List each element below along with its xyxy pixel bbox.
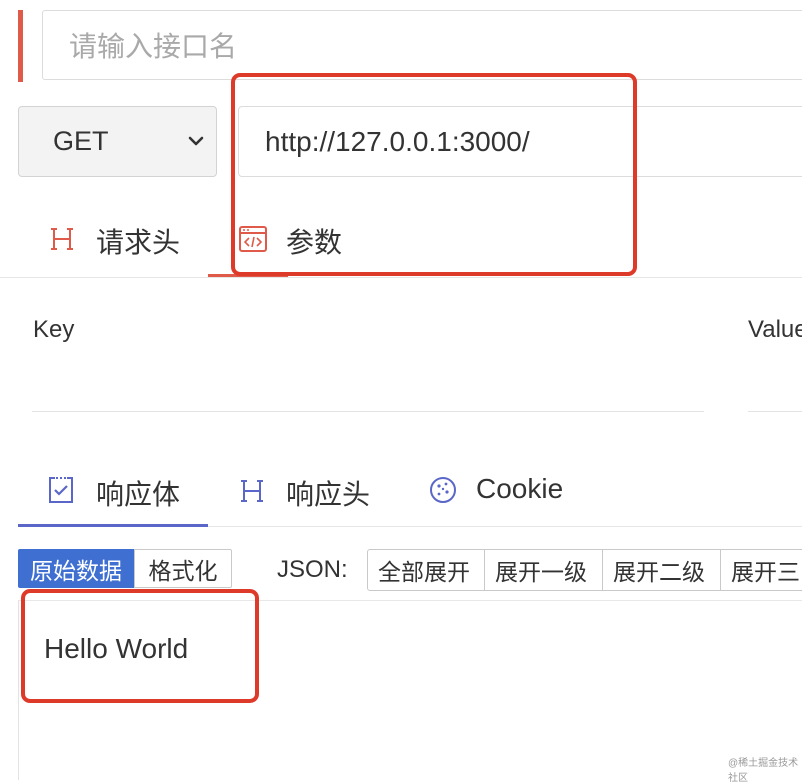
params-value-header: Value [748, 316, 802, 343]
expand-level-3-button[interactable]: 展开三 [720, 549, 802, 591]
tab-request-headers-label: 请求头 [96, 227, 181, 258]
params-key-input[interactable] [32, 411, 704, 412]
tab-response-body-label: 响应体 [96, 479, 181, 510]
api-name-input[interactable]: 请输入接口名 [42, 10, 802, 80]
tab-cookie[interactable]: Cookie [424, 465, 594, 515]
tab-cookie-label: Cookie [476, 473, 564, 504]
name-input-accent-bar [18, 10, 23, 82]
api-name-placeholder: 请输入接口名 [69, 31, 238, 62]
method-value: GET [53, 126, 109, 156]
expand-level-1-label: 展开一级 [495, 559, 587, 585]
expand-level-2-label: 展开二级 [613, 559, 705, 585]
header-h-icon [51, 228, 73, 250]
header-h-icon [241, 480, 263, 502]
highlight-box-url-params [231, 73, 637, 276]
highlight-box-response [21, 589, 259, 703]
pretty-format-label: 格式化 [148, 557, 218, 584]
tab-response-body[interactable]: 响应体 [40, 465, 200, 515]
pretty-format-button[interactable]: 格式化 [134, 549, 232, 588]
method-select[interactable]: GET [18, 106, 217, 177]
request-tabs-divider [0, 277, 802, 278]
tab-response-headers[interactable]: 响应头 [232, 465, 392, 515]
chevron-down-icon [188, 136, 204, 146]
raw-data-label: 原始数据 [30, 557, 122, 584]
expand-all-button[interactable]: 全部展开 [367, 549, 485, 591]
cookie-icon [430, 477, 456, 503]
tab-response-headers-label: 响应头 [286, 479, 371, 510]
expand-level-2-button[interactable]: 展开二级 [602, 549, 721, 591]
expand-all-label: 全部展开 [378, 559, 470, 585]
expand-level-1-button[interactable]: 展开一级 [484, 549, 603, 591]
response-tab-active-indicator [18, 524, 208, 527]
params-value-input[interactable] [748, 411, 802, 412]
tab-request-headers[interactable]: 请求头 [40, 215, 200, 265]
expand-level-3-label: 展开三 [731, 559, 800, 585]
checkbox-doc-icon [49, 477, 73, 503]
raw-data-button[interactable]: 原始数据 [18, 549, 134, 588]
json-label: JSON: [277, 556, 348, 583]
params-key-header: Key [33, 316, 75, 343]
